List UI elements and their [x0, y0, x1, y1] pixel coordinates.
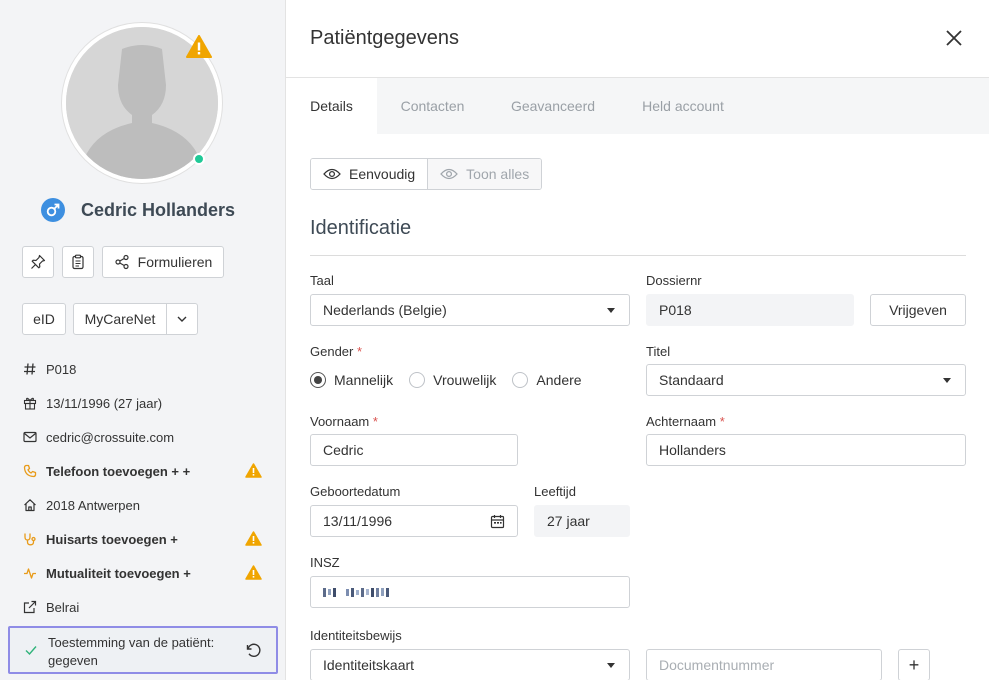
patient-consent-status[interactable]: Toestemming van de patiënt: gegeven — [8, 626, 278, 674]
clipboard-button[interactable] — [62, 246, 94, 278]
title-select[interactable]: Standaard — [646, 364, 966, 396]
check-icon — [24, 643, 38, 657]
forms-button-label: Formulieren — [137, 254, 213, 270]
avatar-container — [62, 23, 222, 183]
patient-sidebar: Cedric Hollanders Formulieren eID MyCare… — [0, 0, 286, 680]
id-document-label: Identiteitsbewijs — [310, 628, 402, 643]
male-gender-icon — [41, 198, 65, 222]
caret-down-icon — [607, 663, 615, 668]
title-label: Titel — [646, 344, 671, 359]
warning-icon — [245, 531, 262, 546]
gender-radio-group: Mannelijk Vrouwelijk Andere — [310, 372, 598, 388]
share-icon — [115, 254, 129, 270]
redacted-insz-value — [323, 587, 389, 597]
mycarenet-dropdown-toggle[interactable] — [166, 303, 198, 335]
patient-name-row: Cedric Hollanders — [41, 198, 235, 222]
consent-text: Toestemming van de patiënt: gegeven — [48, 635, 215, 668]
section-title: Identificatie — [310, 217, 412, 239]
info-birthdate: 13/11/1996 (27 jaar) — [22, 386, 267, 420]
tab-advanced[interactable]: Geavanceerd — [488, 78, 618, 134]
mycarenet-button-label: MyCareNet — [84, 311, 156, 327]
patient-info-list: P018 13/11/1996 (27 jaar) cedric@crossui… — [22, 352, 267, 624]
language-label: Taal — [310, 273, 334, 288]
warning-icon[interactable] — [186, 35, 212, 59]
tab-contacts[interactable]: Contacten — [377, 78, 488, 134]
close-icon[interactable] — [945, 29, 963, 47]
info-belrai[interactable]: Belrai — [22, 590, 267, 624]
info-add-phone[interactable]: Telefoon toevoegen + + — [22, 454, 267, 488]
dossier-field: P018 — [646, 294, 854, 326]
view-toggle: Eenvoudig Toon alles — [310, 158, 543, 190]
insz-label: INSZ — [310, 555, 340, 570]
warning-icon — [245, 463, 262, 478]
lastname-input[interactable]: Hollanders — [646, 434, 966, 466]
pin-button[interactable] — [22, 246, 54, 278]
view-simple-button[interactable]: Eenvoudig — [311, 159, 429, 189]
warning-icon — [245, 565, 262, 580]
home-icon — [22, 497, 38, 513]
phone-icon — [22, 463, 38, 479]
mycarenet-button[interactable]: MyCareNet — [73, 303, 167, 335]
dialog-header: Patiëntgegevens — [286, 0, 989, 78]
gender-label: Gender * — [310, 344, 363, 359]
page-title: Patiëntgegevens — [310, 27, 460, 49]
tab-details[interactable]: Details — [286, 78, 377, 134]
gender-option-male[interactable]: Mannelijk — [310, 372, 393, 388]
gift-icon — [22, 395, 38, 411]
info-email[interactable]: cedric@crossuite.com — [22, 420, 267, 454]
caret-down-icon — [607, 308, 615, 313]
firstname-label: Voornaam * — [310, 414, 378, 429]
eid-button[interactable]: eID — [22, 303, 66, 335]
gender-option-female[interactable]: Vrouwelijk — [409, 372, 496, 388]
tab-bar: Details Contacten Geavanceerd Held accou… — [286, 78, 989, 134]
gender-option-other[interactable]: Andere — [512, 372, 582, 388]
birthdate-input[interactable]: 13/11/1996 — [310, 505, 518, 537]
info-add-gp[interactable]: Huisarts toevoegen + — [22, 522, 267, 556]
calendar-icon[interactable] — [490, 514, 505, 529]
age-field: 27 jaar — [534, 505, 630, 537]
add-document-button[interactable]: + — [898, 649, 930, 680]
hash-icon — [22, 361, 38, 377]
caret-down-icon — [943, 378, 951, 383]
insz-input[interactable] — [310, 576, 630, 608]
language-select[interactable]: Nederlands (Belgie) — [310, 294, 630, 326]
eye-icon — [440, 168, 459, 180]
info-add-mutuality[interactable]: Mutualiteit toevoegen + — [22, 556, 267, 590]
patient-name: Cedric Hollanders — [81, 199, 236, 220]
section-divider — [310, 255, 966, 256]
pin-icon — [31, 254, 46, 269]
mail-icon — [22, 429, 38, 445]
dossier-label: Dossiernr — [646, 273, 702, 288]
stethoscope-icon — [22, 531, 38, 547]
eid-button-label: eID — [33, 311, 55, 327]
info-dossier: P018 — [22, 352, 267, 386]
revoke-consent-icon[interactable] — [244, 641, 262, 659]
pulse-icon — [22, 565, 38, 581]
view-all-button[interactable]: Toon alles — [428, 159, 542, 189]
release-button[interactable]: Vrijgeven — [870, 294, 966, 326]
lastname-label: Achternaam * — [646, 414, 725, 429]
id-document-select[interactable]: Identiteitskaart — [310, 649, 630, 680]
age-label: Leeftijd — [534, 484, 576, 499]
firstname-input[interactable]: Cedric — [310, 434, 518, 466]
clipboard-icon — [72, 254, 84, 270]
info-address: 2018 Antwerpen — [22, 488, 267, 522]
forms-button[interactable]: Formulieren — [102, 246, 224, 278]
tab-held-account[interactable]: Held account — [618, 78, 748, 134]
external-link-icon — [22, 599, 38, 615]
document-number-input[interactable]: Documentnummer — [646, 649, 882, 680]
online-status-indicator — [193, 153, 205, 165]
birthdate-label: Geboortedatum — [310, 484, 401, 499]
chevron-down-icon — [177, 316, 187, 322]
eye-icon — [323, 168, 341, 180]
